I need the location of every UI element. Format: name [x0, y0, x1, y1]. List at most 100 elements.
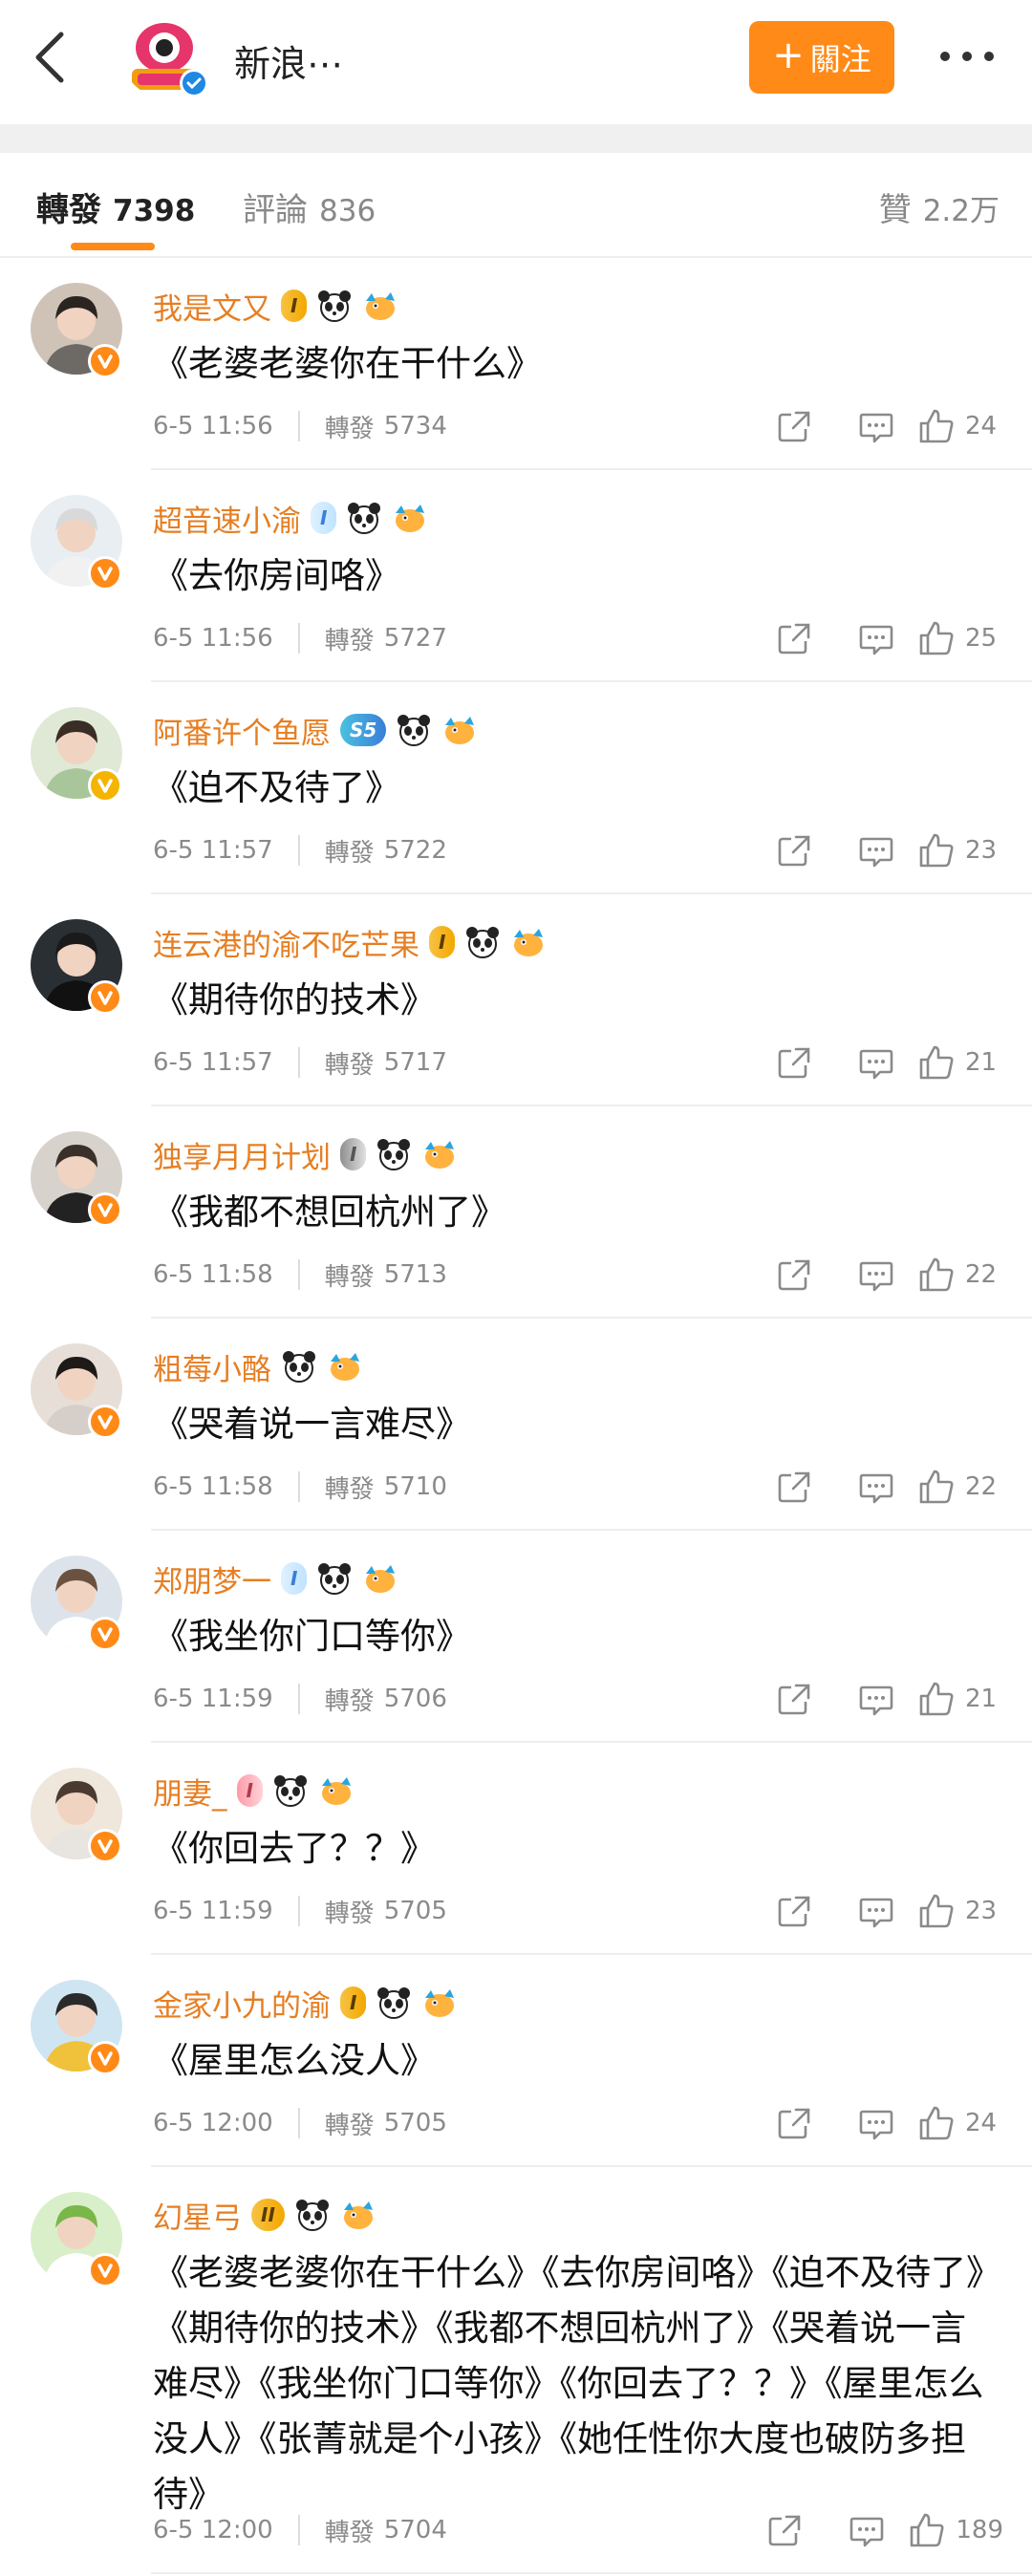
- user-name[interactable]: 超音速小渝: [153, 497, 301, 540]
- share-icon[interactable]: [753, 405, 835, 447]
- panda-badge-icon: [295, 2200, 329, 2231]
- repost-row[interactable]: 金家小九的渝 I 《屋里怎么没人》 6-5 12:00 轉發 5705 24: [0, 1955, 1032, 2167]
- repost-row[interactable]: 超音速小渝 I 《去你房间咯》 6-5 11:56 轉發 5727 25: [0, 470, 1032, 682]
- repost-count: 5713: [383, 1260, 447, 1289]
- share-icon[interactable]: [753, 1890, 835, 1932]
- back-arrow-icon[interactable]: [29, 29, 73, 86]
- member-level-badge: S5: [340, 714, 387, 746]
- thumbs-up-icon: [919, 621, 954, 655]
- meta-divider: [297, 2108, 300, 2138]
- comment-icon[interactable]: [835, 1041, 917, 1084]
- tab-comments-count: 836: [319, 194, 376, 228]
- user-name[interactable]: 郑朋梦一: [153, 1557, 271, 1600]
- comment-icon[interactable]: [835, 829, 917, 871]
- like-button[interactable]: 22: [917, 1468, 1003, 1506]
- repost-row[interactable]: 连云港的渝不吃芒果 I 《期待你的技术》 6-5 11:57 轉發 5717 2…: [0, 894, 1032, 1106]
- repost-count: 5717: [383, 1048, 447, 1077]
- like-button[interactable]: 25: [917, 619, 1003, 657]
- user-name[interactable]: 朋妻_: [153, 1770, 227, 1813]
- user-name[interactable]: 幻星弓: [153, 2194, 242, 2237]
- thumbs-up-icon: [919, 1045, 954, 1080]
- share-icon[interactable]: [753, 1466, 835, 1508]
- account-avatar[interactable]: [122, 13, 210, 101]
- post-time: 6-5 11:57: [153, 1048, 273, 1077]
- repost-row[interactable]: 独享月月计划 I 《我都不想回杭州了》 6-5 11:58 轉發 5713 22: [0, 1106, 1032, 1319]
- thumbs-up-icon: [919, 1257, 954, 1292]
- meta-divider: [297, 2515, 300, 2545]
- repost-label: 轉發: [324, 414, 375, 443]
- post-time: 6-5 12:00: [153, 2516, 273, 2544]
- repost-label: 轉發: [324, 1050, 375, 1080]
- user-name[interactable]: 金家小九的渝: [153, 1982, 331, 2025]
- comment-icon[interactable]: [835, 1254, 917, 1296]
- verified-user-icon: [88, 2041, 122, 2075]
- more-options-icon[interactable]: [936, 48, 998, 67]
- verified-user-icon: [88, 768, 122, 803]
- repost-label: 轉發: [324, 2111, 375, 2140]
- tab-comments[interactable]: 評論 836: [243, 183, 376, 230]
- like-button[interactable]: 189: [908, 2511, 1003, 2549]
- comment-icon[interactable]: [835, 1678, 917, 1720]
- share-icon[interactable]: [753, 2102, 835, 2144]
- repost-text: 《我坐你门口等你》: [153, 1616, 471, 1657]
- like-button[interactable]: 21: [917, 1043, 1003, 1082]
- meta-divider: [297, 1471, 300, 1502]
- repost-row[interactable]: 郑朋梦一 I 《我坐你门口等你》 6-5 11:59 轉發 5706 21: [0, 1531, 1032, 1743]
- follow-button[interactable]: + 關注: [749, 21, 894, 94]
- comment-icon[interactable]: [835, 2102, 917, 2144]
- share-icon[interactable]: [753, 1678, 835, 1720]
- like-button[interactable]: 24: [917, 407, 1003, 445]
- like-button[interactable]: 21: [917, 1680, 1003, 1718]
- like-button[interactable]: 23: [917, 831, 1003, 869]
- user-name-line: 幻星弓 II: [153, 2194, 376, 2237]
- repost-row[interactable]: 朋妻_ I 《你回去了？？》 6-5 11:59 轉發 5705 23: [0, 1743, 1032, 1955]
- comment-icon[interactable]: [835, 1890, 917, 1932]
- user-name[interactable]: 阿番许个鱼愿: [153, 709, 331, 752]
- verified-user-icon: [88, 1192, 122, 1227]
- like-button[interactable]: 23: [917, 1892, 1003, 1930]
- comment-icon[interactable]: [835, 1466, 917, 1508]
- page-title[interactable]: 新浪⋯: [234, 34, 343, 87]
- tab-reposts[interactable]: 轉發 7398: [36, 183, 195, 230]
- top-nav-bar: 新浪⋯ + 關注: [0, 0, 1032, 113]
- share-icon[interactable]: [753, 1041, 835, 1084]
- user-name-line: 金家小九的渝 I: [153, 1982, 458, 2025]
- share-icon[interactable]: [743, 2509, 826, 2551]
- repost-text: 《去你房间咯》: [153, 555, 400, 596]
- repost-count: 5727: [383, 624, 447, 653]
- user-name[interactable]: 我是文又: [153, 285, 271, 328]
- like-count: 25: [965, 624, 998, 653]
- tab-reposts-label: 轉發: [36, 191, 101, 229]
- row-actions: 21: [753, 1678, 1003, 1720]
- user-name-line: 朋妻_ I: [153, 1770, 355, 1813]
- like-button[interactable]: 24: [917, 2104, 1003, 2142]
- post-time: 6-5 11:56: [153, 624, 273, 653]
- verified-user-icon: [88, 1405, 122, 1439]
- thumbs-up-icon: [919, 1470, 954, 1504]
- share-icon[interactable]: [753, 829, 835, 871]
- like-button[interactable]: 22: [917, 1256, 1003, 1294]
- comment-icon[interactable]: [835, 617, 917, 659]
- repost-label: 轉發: [324, 1899, 375, 1928]
- repost-label: 轉發: [324, 626, 375, 655]
- member-level-badge: II: [251, 2199, 285, 2231]
- repost-count: 5734: [383, 412, 447, 440]
- row-actions: 23: [753, 829, 1003, 871]
- tab-likes[interactable]: 贊 2.2万: [879, 183, 1000, 230]
- comment-icon[interactable]: [835, 405, 917, 447]
- share-icon[interactable]: [753, 1254, 835, 1296]
- repost-row[interactable]: 我是文又 I 《老婆老婆你在干什么》 6-5 11:56 轉發 5734 24: [0, 258, 1032, 470]
- share-icon[interactable]: [753, 617, 835, 659]
- repost-text: 《期待你的技术》: [153, 979, 436, 1020]
- repost-row[interactable]: 阿番许个鱼愿 S5 《迫不及待了》 6-5 11:57 轉發 5722 23: [0, 682, 1032, 894]
- repost-text: 《老婆老婆你在干什么》: [153, 343, 542, 384]
- comment-icon[interactable]: [826, 2509, 908, 2551]
- user-name[interactable]: 连云港的渝不吃芒果: [153, 921, 419, 964]
- active-tab-indicator: [71, 243, 155, 250]
- user-name[interactable]: 独享月月计划: [153, 1133, 331, 1176]
- repost-row[interactable]: 粗莓小酪 《哭着说一言难尽》 6-5 11:58 轉發 5710 22: [0, 1319, 1032, 1531]
- panda-badge-icon: [273, 1775, 307, 1807]
- verified-user-icon: [88, 980, 122, 1015]
- repost-row[interactable]: 幻星弓 II 《老婆老婆你在干什么》《去你房间咯》《迫不及待了》《期待你的技术》…: [0, 2167, 1032, 2574]
- user-name[interactable]: 粗莓小酪: [153, 1345, 271, 1388]
